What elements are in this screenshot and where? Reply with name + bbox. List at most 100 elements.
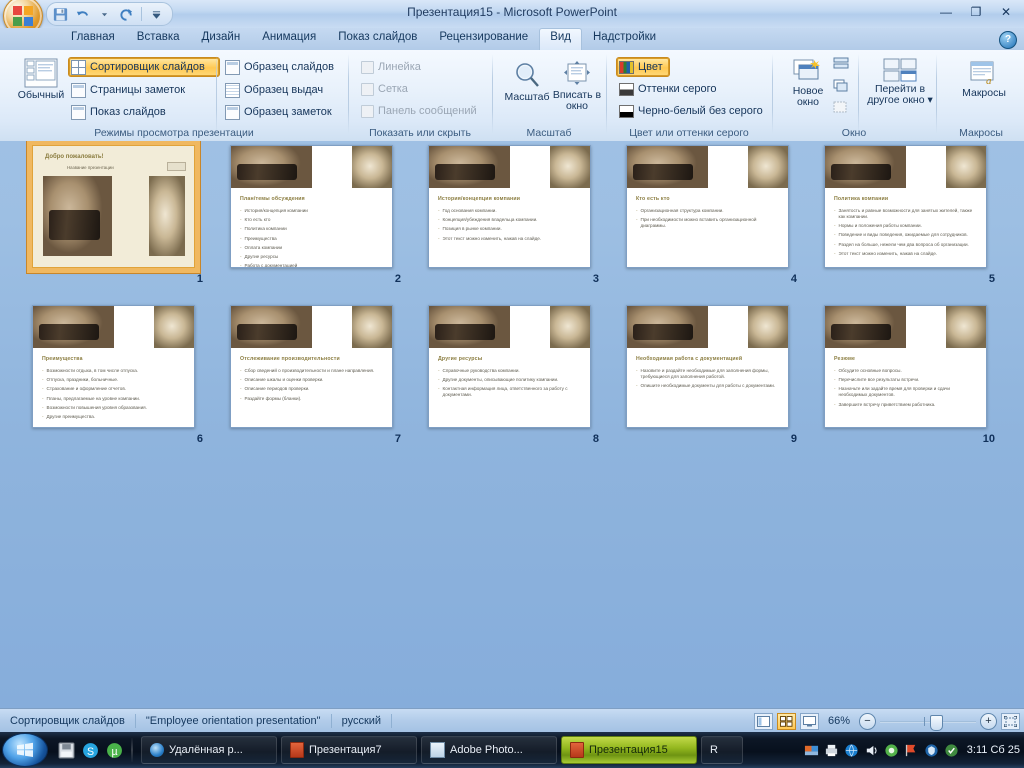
slide-thumbnail[interactable]: Кто есть кто-Организационная структура к… bbox=[626, 145, 801, 268]
status-language[interactable]: русский bbox=[332, 709, 391, 733]
slide-canvas[interactable]: Отслеживание производительности-Сбор све… bbox=[230, 305, 393, 428]
slide-thumbnail[interactable]: Добро пожаловать!Название презентации1 bbox=[32, 145, 207, 268]
zoom-out-button[interactable]: − bbox=[859, 713, 876, 730]
taskbar-task[interactable]: Презентация15 bbox=[561, 736, 697, 764]
slide-thumbnail[interactable]: Резюме-Обсудите основные вопросы.-Перечи… bbox=[824, 305, 999, 428]
taskbar-task[interactable]: Презентация7 bbox=[281, 736, 417, 764]
tray-updates-icon[interactable] bbox=[944, 743, 959, 758]
message-bar-checkbox-item[interactable]: Панель сообщений bbox=[358, 101, 482, 121]
bullet-marker: - bbox=[438, 217, 440, 223]
slide-canvas[interactable]: План/темы обсуждения-История/концепция к… bbox=[230, 145, 393, 268]
slide-thumbnail[interactable]: Необходимая работа с документацией-Назов… bbox=[626, 305, 801, 428]
taskbar-clock[interactable]: 3:11 Сб 25 bbox=[964, 744, 1020, 756]
view-slide-show-button[interactable] bbox=[800, 713, 819, 730]
ruler-checkbox[interactable] bbox=[361, 61, 374, 74]
ribbon-tab-5[interactable]: Рецензирование bbox=[428, 28, 539, 50]
utorrent-icon[interactable]: µ bbox=[106, 742, 123, 759]
slide-canvas[interactable]: Необходимая работа с документацией-Назов… bbox=[626, 305, 789, 428]
tray-windows-icon[interactable] bbox=[804, 743, 819, 758]
slide-canvas[interactable]: Резюме-Обсудите основные вопросы.-Перечи… bbox=[824, 305, 987, 428]
zoom-percentage[interactable]: 66% bbox=[823, 715, 855, 727]
tray-network-icon[interactable] bbox=[844, 743, 859, 758]
gridlines-checkbox-item[interactable]: Сетка bbox=[358, 79, 413, 99]
grayscale-item[interactable]: Оттенки серого bbox=[616, 79, 721, 99]
slide-canvas[interactable]: Политика компании-Занятость и равные воз… bbox=[824, 145, 987, 268]
ribbon-tab-2[interactable]: Дизайн bbox=[191, 28, 252, 50]
bullet-marker: - bbox=[636, 217, 638, 229]
tray-antivirus-icon[interactable] bbox=[924, 743, 939, 758]
ribbon-tab-6[interactable]: Вид bbox=[539, 28, 582, 50]
undo-dropdown-icon[interactable] bbox=[95, 5, 114, 24]
zoom-slider[interactable] bbox=[880, 714, 976, 729]
slide-canvas[interactable]: Преимущества-Возможности отдыха, в том ч… bbox=[32, 305, 195, 428]
slide-sorter-workspace[interactable]: Добро пожаловать!Название презентации1Пл… bbox=[0, 141, 1024, 708]
close-button[interactable]: ✕ bbox=[992, 3, 1020, 21]
cascade-item[interactable] bbox=[830, 76, 860, 96]
slide-body: Другие ресурсы-Справочные руководства ко… bbox=[429, 348, 590, 427]
slide-thumbnail[interactable]: История/концепция компании-Год основания… bbox=[428, 145, 603, 268]
zoom-in-button[interactable]: + bbox=[980, 713, 997, 730]
slide-canvas[interactable]: Кто есть кто-Организационная структура к… bbox=[626, 145, 789, 268]
view-slide-sorter-button[interactable] bbox=[777, 713, 796, 730]
slide-thumbnail[interactable]: Отслеживание производительности-Сбор све… bbox=[230, 305, 405, 428]
zoom-button[interactable]: Масштаб bbox=[500, 58, 554, 105]
move-split-item[interactable] bbox=[830, 98, 860, 118]
taskbar-task[interactable]: Удалённая р... bbox=[141, 736, 277, 764]
color-item[interactable]: Цвет bbox=[616, 57, 670, 77]
taskbar-task[interactable]: R bbox=[701, 736, 743, 764]
slide-show-item[interactable]: Показ слайдов bbox=[68, 102, 171, 122]
slide-sorter-item[interactable]: Сортировщик слайдов bbox=[68, 57, 220, 77]
bullet-text: Этот текст можно изменить, нажав на слай… bbox=[443, 236, 542, 242]
slide-canvas[interactable]: Другие ресурсы-Справочные руководства ко… bbox=[428, 305, 591, 428]
help-icon[interactable]: ? bbox=[999, 31, 1017, 49]
slide-thumbnail[interactable]: План/темы обсуждения-История/концепция к… bbox=[230, 145, 405, 268]
tray-messenger-icon[interactable] bbox=[884, 743, 899, 758]
tray-flag-icon[interactable] bbox=[904, 743, 919, 758]
slide-thumbnail[interactable]: Преимущества-Возможности отдыха, в том ч… bbox=[32, 305, 207, 428]
tray-printer-icon[interactable] bbox=[824, 743, 839, 758]
slide-canvas[interactable]: История/концепция компании-Год основания… bbox=[428, 145, 591, 268]
message-bar-checkbox[interactable] bbox=[361, 105, 374, 118]
switch-windows-button[interactable]: Перейти в другое окно ▾ bbox=[864, 56, 936, 108]
minimize-button[interactable]: — bbox=[932, 3, 960, 21]
slide-bullet: -Планы, предлагаемые на уровне компании. bbox=[42, 396, 185, 402]
ribbon-tab-7[interactable]: Надстройки bbox=[582, 28, 667, 50]
zoom-slider-thumb[interactable] bbox=[930, 715, 943, 731]
ribbon-tab-3[interactable]: Анимация bbox=[251, 28, 327, 50]
taskbar-task[interactable]: Adobe Photo... bbox=[421, 736, 557, 764]
notes-pages-item[interactable]: Страницы заметок bbox=[68, 80, 190, 100]
group-label-macros: Макросы bbox=[938, 127, 1024, 139]
bullet-marker: - bbox=[438, 377, 440, 383]
redo-icon[interactable] bbox=[117, 5, 136, 24]
ribbon-tab-1[interactable]: Вставка bbox=[126, 28, 191, 50]
handout-master-item[interactable]: Образец выдач bbox=[222, 80, 328, 100]
slide-thumbnail[interactable]: Политика компании-Занятость и равные воз… bbox=[824, 145, 999, 268]
photo-hands-keyboard bbox=[231, 306, 312, 348]
black-white-item[interactable]: Черно-белый без серого bbox=[616, 101, 768, 121]
start-button[interactable] bbox=[2, 733, 48, 767]
tray-volume-icon[interactable] bbox=[864, 743, 879, 758]
customize-icon[interactable] bbox=[147, 5, 166, 24]
new-window-button[interactable]: Новое окно bbox=[782, 56, 834, 110]
save-icon[interactable] bbox=[58, 742, 75, 759]
view-normal-button[interactable] bbox=[754, 713, 773, 730]
slide-master-item[interactable]: Образец слайдов bbox=[222, 57, 339, 77]
group-label-window: Окно bbox=[774, 127, 934, 139]
ribbon-tab-4[interactable]: Показ слайдов bbox=[327, 28, 428, 50]
bullet-text: Год основания компании. bbox=[443, 208, 497, 214]
skype-icon[interactable]: S bbox=[82, 742, 99, 759]
slide-thumbnail[interactable]: Другие ресурсы-Справочные руководства ко… bbox=[428, 305, 603, 428]
ribbon-tab-0[interactable]: Главная bbox=[60, 28, 126, 50]
gridlines-checkbox[interactable] bbox=[361, 83, 374, 96]
undo-icon[interactable] bbox=[73, 5, 92, 24]
notes-master-item[interactable]: Образец заметок bbox=[222, 102, 337, 122]
fit-to-window-button[interactable]: Вписать в окно bbox=[548, 58, 606, 114]
maximize-button[interactable]: ❐ bbox=[962, 3, 990, 21]
save-icon[interactable] bbox=[51, 5, 70, 24]
arrange-all-item[interactable] bbox=[830, 54, 860, 74]
macros-button[interactable]: a Макросы bbox=[950, 58, 1018, 101]
slide-canvas[interactable]: Добро пожаловать!Название презентации bbox=[32, 145, 195, 268]
fit-slide-to-window-button[interactable] bbox=[1001, 713, 1020, 730]
normal-view-button[interactable]: Обычный bbox=[10, 56, 72, 103]
ruler-checkbox-item[interactable]: Линейка bbox=[358, 57, 426, 77]
